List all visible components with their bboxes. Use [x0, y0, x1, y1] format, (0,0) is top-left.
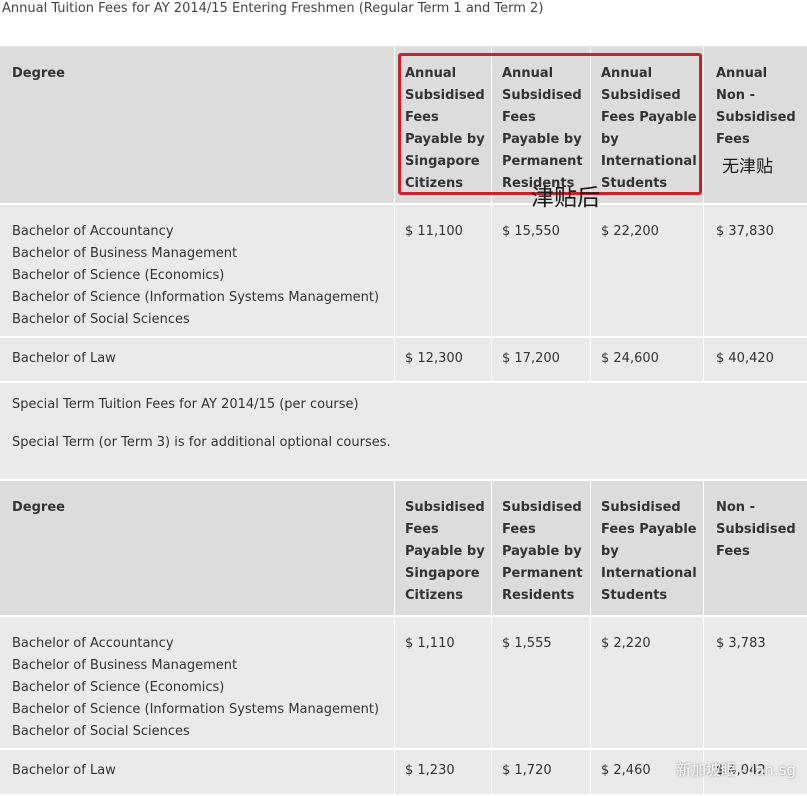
annotation-after-subsidy: 津贴后 [531, 185, 600, 211]
special-term-note: Special Term (or Term 3) is for addition… [12, 435, 391, 450]
fee-pr: $ 17,200 [491, 338, 590, 381]
watermark: 新加坡眼 - lan.sg [676, 761, 796, 779]
fee-citizens: $ 12,300 [394, 338, 491, 381]
table1-header-non-subsidised: Annual Non - Subsidised Fees [703, 47, 807, 203]
table2-header-non-subsidised: Non - Subsidised Fees [703, 481, 807, 615]
special-term-title: Special Term Tuition Fees for AY 2014/15… [12, 397, 359, 412]
special-term-row: Special Term Tuition Fees for AY 2014/15… [0, 383, 807, 481]
table-row: Bachelor of Law $ 12,300 $ 17,200 $ 24,6… [0, 338, 807, 383]
fee-international: $ 2,220 [590, 617, 703, 748]
table1-header-citizens: Annual Subsidised Fees Payable by Singap… [394, 47, 491, 203]
table1-header-row: Degree Annual Subsidised Fees Payable by… [0, 47, 807, 205]
fee-citizens: $ 1,230 [394, 750, 491, 794]
table2-header-degree: Degree [12, 500, 65, 515]
fee-non-subsidised: $ 40,420 [703, 338, 807, 381]
fee-citizens: $ 11,100 [394, 205, 491, 336]
degree-list: Bachelor of Accountancy Bachelor of Busi… [12, 224, 380, 327]
fee-international: $ 22,200 [590, 205, 703, 336]
fee-non-subsidised: $ 3,783 [703, 617, 807, 748]
table2-header-pr: Subsidised Fees Payable by Permanent Res… [491, 481, 590, 615]
table2-header-row: Degree Subsidised Fees Payable by Singap… [0, 481, 807, 617]
fee-pr: $ 1,720 [491, 750, 590, 794]
fee-pr: $ 1,555 [491, 617, 590, 748]
annotation-no-subsidy: 无津贴 [722, 157, 773, 177]
fees-table: Degree Annual Subsidised Fees Payable by… [0, 46, 807, 796]
table1-header-degree: Degree [12, 66, 65, 81]
table-row: Bachelor of Accountancy Bachelor of Busi… [0, 205, 807, 338]
table2-header-citizens: Subsidised Fees Payable by Singapore Cit… [394, 481, 491, 615]
fee-non-subsidised: $ 37,830 [703, 205, 807, 336]
fee-international: $ 24,600 [590, 338, 703, 381]
fee-citizens: $ 1,110 [394, 617, 491, 748]
degree-list: Bachelor of Law [12, 763, 116, 778]
fee-pr: $ 15,550 [491, 205, 590, 336]
table1-header-international: Annual Subsidised Fees Payable by Intern… [590, 47, 703, 203]
table-caption: Annual Tuition Fees for AY 2014/15 Enter… [2, 1, 544, 16]
degree-list: Bachelor of Accountancy Bachelor of Busi… [12, 636, 380, 739]
table2-header-international: Subsidised Fees Payable by International… [590, 481, 703, 615]
table-row: Bachelor of Accountancy Bachelor of Busi… [0, 617, 807, 750]
degree-list: Bachelor of Law [12, 351, 116, 366]
